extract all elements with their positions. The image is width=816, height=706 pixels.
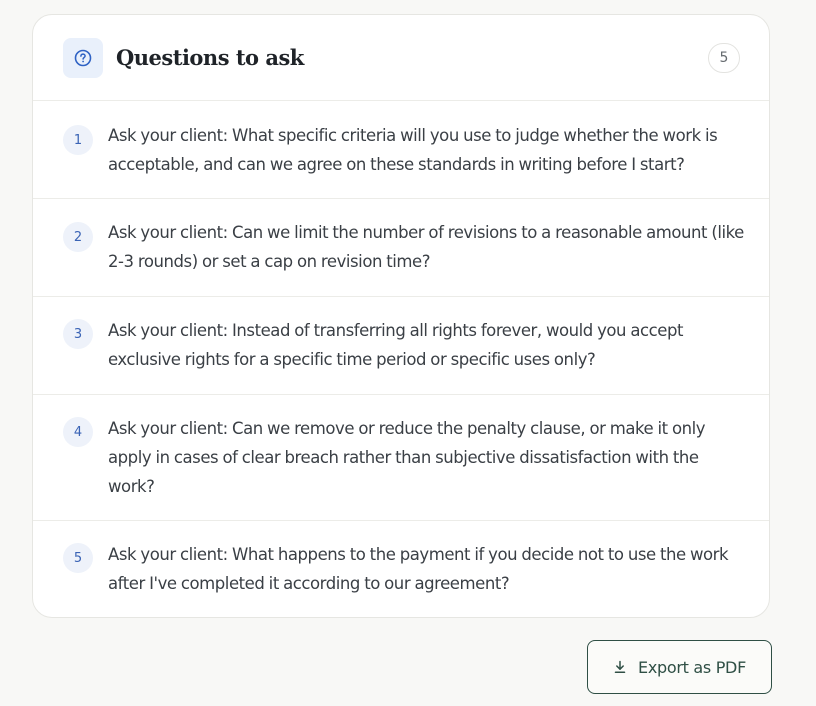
questions-card: Questions to ask 5 1 Ask your client: Wh… — [32, 14, 770, 618]
card-title: Questions to ask — [116, 45, 304, 70]
export-pdf-button[interactable]: Export as PDF — [587, 640, 772, 694]
question-text: Ask your client: Can we remove or reduce… — [108, 419, 706, 496]
question-text: Ask your client: What specific criteria … — [108, 126, 718, 174]
question-number: 3 — [63, 319, 93, 349]
question-text: Ask your client: What happens to the pay… — [108, 545, 729, 593]
help-circle-icon — [63, 37, 103, 78]
question-number: 1 — [63, 125, 93, 155]
question-item: 1 Ask your client: What specific criteri… — [33, 101, 769, 199]
question-item: 3 Ask your client: Instead of transferri… — [33, 297, 769, 395]
question-item: 4 Ask your client: Can we remove or redu… — [33, 395, 769, 521]
count-badge: 5 — [708, 43, 740, 73]
question-number: 2 — [63, 222, 93, 252]
question-item: 2 Ask your client: Can we limit the numb… — [33, 199, 769, 297]
card-header: Questions to ask 5 — [33, 15, 769, 101]
export-pdf-label: Export as PDF — [638, 657, 746, 677]
question-item: 5 Ask your client: What happens to the p… — [33, 521, 769, 617]
question-number: 4 — [63, 417, 93, 447]
download-icon — [613, 660, 627, 674]
question-text: Ask your client: Can we limit the number… — [108, 223, 744, 271]
question-number: 5 — [63, 543, 93, 573]
question-text: Ask your client: Instead of transferring… — [108, 321, 683, 369]
